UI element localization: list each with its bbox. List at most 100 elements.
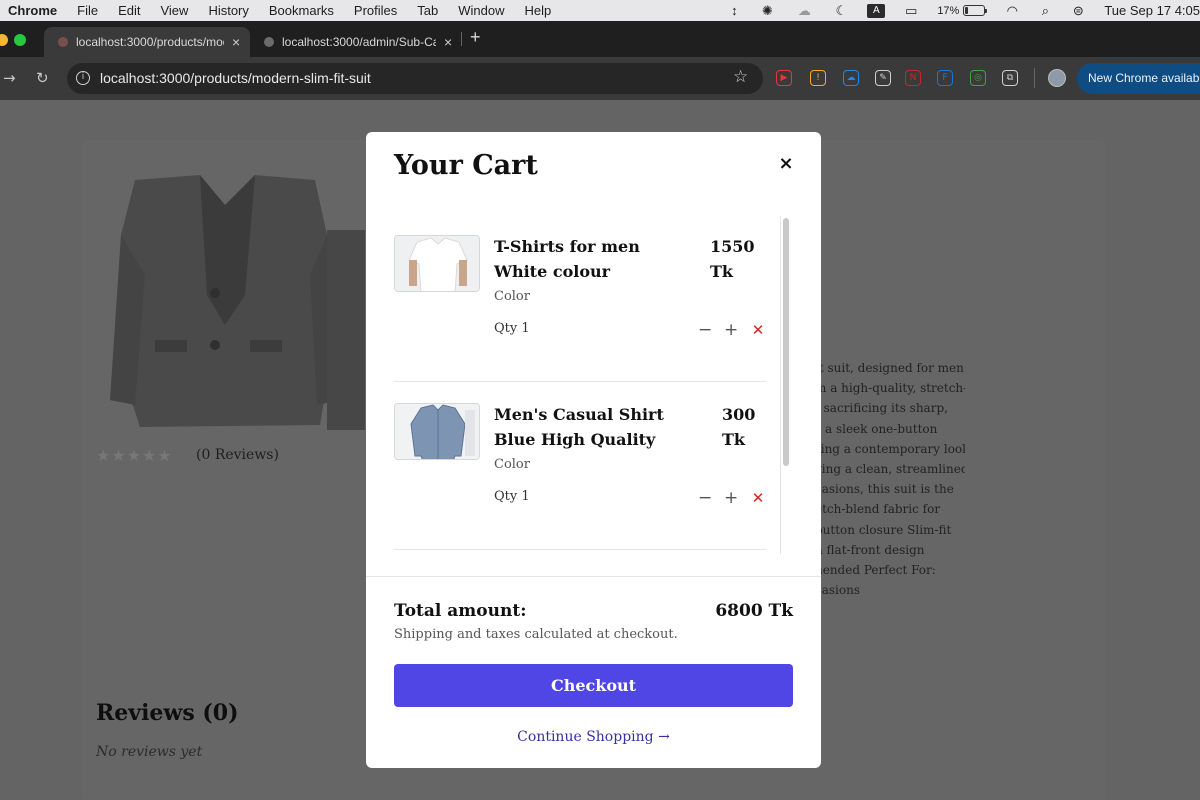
tab-title: localhost:3000/products/modern-slim-fit-… xyxy=(76,35,224,49)
control-center-icon[interactable]: ⊜ xyxy=(1071,3,1085,18)
cart-title: Your Cart xyxy=(394,150,538,181)
continue-shopping-link: Continue Shopping → xyxy=(366,729,821,745)
decrease-qty-button[interactable]: − xyxy=(698,490,712,507)
item-variant: Color xyxy=(494,457,530,472)
checkout-button[interactable]: Checkout xyxy=(394,664,793,707)
description-line: casions, this suit is the xyxy=(815,482,954,497)
moon-icon[interactable]: ☾ xyxy=(834,3,848,18)
tab-favicon-icon xyxy=(264,37,274,47)
cart-item: T-Shirts for men White colour 1550 Tk Co… xyxy=(394,214,766,382)
tab-admin-subcategory[interactable]: localhost:3000/admin/Sub-Category × xyxy=(250,27,460,57)
openai-icon[interactable]: ✺ xyxy=(760,3,774,18)
chrome-update-button[interactable]: New Chrome available xyxy=(1077,63,1200,94)
address-url[interactable]: localhost:3000/products/modern-slim-fit-… xyxy=(100,70,371,86)
cart-item: Men's Casual Shirt Blue High Quality 300… xyxy=(394,382,766,550)
item-divider xyxy=(394,549,766,550)
remove-item-icon[interactable]: ✕ xyxy=(751,322,765,338)
item-price: 1550 Tk xyxy=(710,237,755,281)
eyedropper-icon[interactable]: ✎ xyxy=(875,70,891,86)
product-image-suit xyxy=(110,175,365,430)
spotlight-search-icon[interactable]: ⌕ xyxy=(1038,3,1052,18)
reviews-count: (0 Reviews) xyxy=(196,447,279,463)
app-menu: Chrome File Edit View History Bookmarks … xyxy=(0,3,551,18)
site-info-icon[interactable]: i xyxy=(76,71,90,85)
window-zoom-button[interactable] xyxy=(14,34,26,46)
reload-icon[interactable]: ↻ xyxy=(36,69,49,87)
description-line: it suit, designed for men xyxy=(815,361,964,375)
tab-product-page[interactable]: localhost:3000/products/modern-slim-fit-… xyxy=(44,27,250,57)
description-line: etch-blend fabric for xyxy=(815,502,941,517)
item-name[interactable]: T-Shirts for men White colour xyxy=(494,234,694,284)
cart-scrollbar-thumb[interactable] xyxy=(783,218,789,466)
description-line: button closure Slim-fit xyxy=(815,522,952,537)
wifi-icon[interactable]: ◠ xyxy=(1005,3,1019,18)
info-icon[interactable]: ! xyxy=(810,70,826,86)
increase-qty-button[interactable]: + xyxy=(724,322,738,339)
cloud-icon[interactable]: ☁ xyxy=(793,3,815,18)
item-image-white-tshirt[interactable] xyxy=(394,235,480,292)
menu-profiles[interactable]: Profiles xyxy=(354,3,397,18)
description-line: m a high-quality, stretch- xyxy=(815,381,965,396)
menu-bookmarks[interactable]: Bookmarks xyxy=(269,3,334,18)
target-icon[interactable]: ◎ xyxy=(970,70,986,86)
description-line: ring a contemporary look. xyxy=(815,441,965,456)
no-reviews-text: No reviews yet xyxy=(96,744,203,760)
new-tab-button[interactable]: + xyxy=(470,27,481,48)
menu-clock[interactable]: Tue Sep 17 4:05 xyxy=(1104,3,1200,18)
tab-divider xyxy=(461,32,462,46)
total-label: Total amount: xyxy=(394,601,527,621)
product-description: it suit, designed for men m a high-quali… xyxy=(815,358,965,600)
cart-item-list[interactable]: T-Shirts for men White colour 1550 Tk Co… xyxy=(394,214,766,554)
menu-history[interactable]: History xyxy=(208,3,248,18)
cloud-icon[interactable]: ☁ xyxy=(843,70,859,86)
bookmark-star-icon[interactable]: ☆ xyxy=(733,67,748,87)
menu-tab[interactable]: Tab xyxy=(417,3,438,18)
status-area: ↕ ✺ ☁ ☾ A ▭ 17% ◠ ⌕ ⊜ Tue Sep 17 4:05 xyxy=(727,0,1200,21)
item-variant: Color xyxy=(494,289,530,304)
forward-arrow-icon[interactable]: → xyxy=(3,69,16,87)
item-quantity: Qty 1 xyxy=(494,321,530,336)
rating-stars: ★★★★★ xyxy=(96,446,173,465)
close-icon[interactable]: × xyxy=(776,154,796,174)
item-quantity: Qty 1 xyxy=(494,489,530,504)
macos-menu-bar: Chrome File Edit View History Bookmarks … xyxy=(0,0,1200,21)
fl-icon[interactable]: F xyxy=(937,70,953,86)
cart-modal: Your Cart × T-Shirts for men White colou… xyxy=(366,132,821,768)
menu-app-name[interactable]: Chrome xyxy=(8,3,57,18)
description-line: s a sleek one-button xyxy=(815,421,938,436)
battery-icon[interactable] xyxy=(963,5,988,16)
tab-favicon-icon xyxy=(58,37,68,47)
puzzle-icon[interactable]: ⧉ xyxy=(1002,70,1018,86)
description-line: nended Perfect For: xyxy=(815,563,936,578)
shipping-note: Shipping and taxes calculated at checkou… xyxy=(394,627,678,642)
footer-divider xyxy=(366,576,821,577)
tab-close-icon[interactable]: × xyxy=(444,34,452,50)
item-image-blue-shirt[interactable] xyxy=(394,403,480,460)
increase-qty-button[interactable]: + xyxy=(724,490,738,507)
description-line: h flat-front design xyxy=(815,542,925,557)
tab-close-icon[interactable]: × xyxy=(232,34,240,50)
tab-title: localhost:3000/admin/Sub-Category xyxy=(282,35,436,49)
item-price: 300 Tk xyxy=(722,405,756,449)
battery-percent: 17% xyxy=(937,4,960,17)
notion-icon[interactable]: N xyxy=(905,70,921,86)
reviews-heading: Reviews (0) xyxy=(96,700,239,726)
description-line: ving a clean, streamlined xyxy=(815,462,965,477)
item-name[interactable]: Men's Casual Shirt Blue High Quality xyxy=(494,402,694,452)
continue-shopping-label[interactable]: Continue Shopping → xyxy=(517,729,670,745)
menu-file[interactable]: File xyxy=(77,3,98,18)
description-line: casions xyxy=(815,583,860,598)
input-source-indicator[interactable]: A xyxy=(867,3,886,18)
record-icon[interactable]: ▶ xyxy=(776,70,792,86)
menu-view[interactable]: View xyxy=(160,3,188,18)
remove-item-icon[interactable]: ✕ xyxy=(751,490,765,506)
resize-arrows-icon[interactable]: ↕ xyxy=(727,3,741,18)
menu-window[interactable]: Window xyxy=(458,3,504,18)
menu-edit[interactable]: Edit xyxy=(118,3,140,18)
toolbar-divider xyxy=(1034,68,1035,88)
display-icon[interactable]: ▭ xyxy=(904,3,918,18)
menu-help[interactable]: Help xyxy=(525,3,552,18)
description-line: t sacrificing its sharp, xyxy=(815,401,948,416)
decrease-qty-button[interactable]: − xyxy=(698,322,712,339)
profile-avatar[interactable] xyxy=(1048,69,1066,87)
